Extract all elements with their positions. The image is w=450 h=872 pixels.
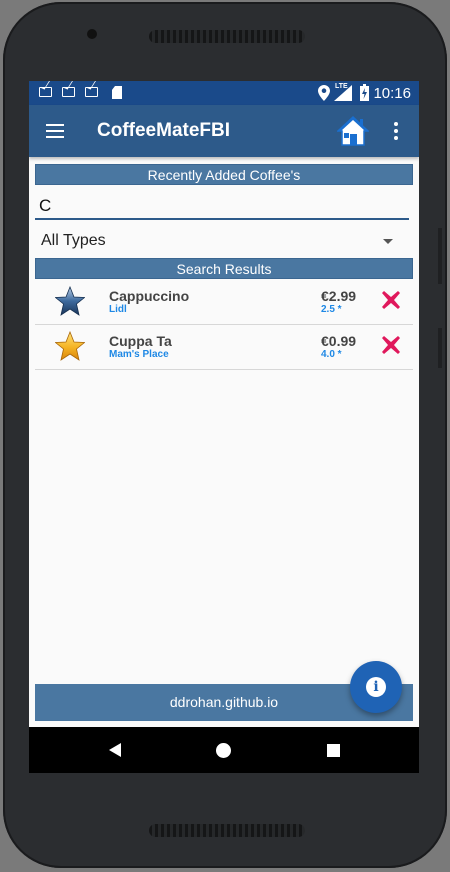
list-item[interactable]: Cuppa Ta Mam's Place €0.99 4.0 * (35, 325, 413, 370)
results-header: Search Results (35, 258, 413, 279)
coffee-rating: 4.0 * (321, 349, 342, 360)
coffee-shop: Lidl (109, 304, 127, 315)
gmail-notification-icon (62, 87, 75, 97)
star-outline-icon[interactable] (55, 286, 85, 316)
type-filter-select[interactable]: All Types (35, 229, 407, 253)
volume-button (438, 228, 442, 284)
delete-icon[interactable] (381, 335, 401, 355)
dropdown-arrow-icon (383, 239, 393, 244)
coffee-price: €0.99 (321, 333, 357, 349)
app-title: CoffeeMateFBI (97, 120, 231, 141)
star-filled-icon[interactable] (55, 331, 85, 361)
home-icon[interactable] (337, 115, 369, 147)
coffee-price: €2.99 (321, 288, 357, 304)
coffee-name: Cappuccino (109, 288, 190, 304)
location-icon (318, 85, 330, 101)
delete-icon[interactable] (381, 290, 401, 310)
top-speaker-grille (149, 30, 305, 43)
network-type: LTE (335, 83, 348, 90)
list-item[interactable]: Cappuccino Lidl €2.99 2.5 * (35, 280, 413, 325)
front-camera (87, 29, 97, 39)
info-icon: i (366, 677, 386, 697)
sd-card-icon (112, 86, 122, 99)
status-bar: LTE 10:16 (29, 81, 419, 105)
more-vert-icon[interactable] (393, 122, 399, 140)
hamburger-menu-icon[interactable] (46, 124, 64, 138)
system-nav-bar (29, 727, 419, 773)
gmail-notification-icon (85, 87, 98, 97)
recent-header: Recently Added Coffee's (35, 164, 413, 185)
nav-home-icon[interactable] (216, 743, 231, 758)
type-filter-value: All Types (41, 232, 106, 249)
app-toolbar: CoffeeMateFBI (29, 105, 419, 157)
status-clock: 10:16 (373, 85, 411, 102)
screen: LTE 10:16 CoffeeMateFBI Recently Added C… (29, 81, 419, 773)
coffee-shop: Mam's Place (109, 349, 169, 360)
bottom-speaker-grille (149, 824, 305, 837)
gmail-notification-icon (39, 87, 52, 97)
power-button (438, 328, 442, 368)
coffee-rating: 2.5 * (321, 304, 342, 315)
battery-charging-icon (360, 84, 369, 101)
info-fab-button[interactable]: i (350, 661, 402, 713)
search-input[interactable]: C (35, 194, 409, 220)
coffee-name: Cuppa Ta (109, 333, 172, 349)
recent-apps-icon[interactable] (327, 744, 340, 757)
back-icon[interactable] (109, 743, 121, 757)
